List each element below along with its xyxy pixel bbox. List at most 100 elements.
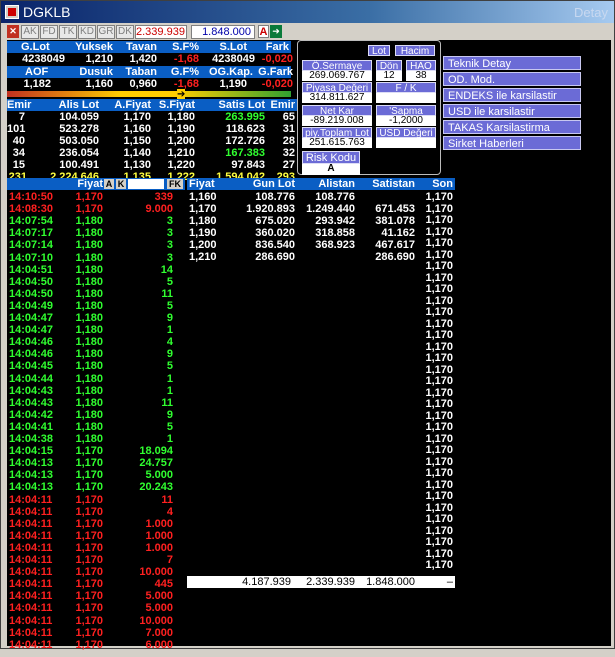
- trade-lot: 5.000: [145, 602, 173, 615]
- book-row[interactable]: 1,210 286.690 286.690: [187, 251, 415, 263]
- hacim-button[interactable]: Hacim: [395, 45, 435, 57]
- tab-dk[interactable]: DK: [116, 25, 134, 39]
- menu-item[interactable]: USD ile karsilastir: [443, 104, 581, 118]
- col-dusuk: Dusuk: [79, 66, 113, 78]
- menu-item[interactable]: TAKAS Karsilastirma: [443, 120, 581, 134]
- trade-row[interactable]: 14:04:11 1,170 5.000: [7, 602, 185, 614]
- menu-item[interactable]: Sirket Haberleri: [443, 136, 581, 150]
- menu-item[interactable]: Teknik Detay: [443, 56, 581, 70]
- tab-ak[interactable]: AK: [21, 25, 39, 39]
- book-row[interactable]: 1,160 108.776 108.776: [187, 191, 407, 203]
- trade-row[interactable]: 14:04:38 1,180 1: [7, 433, 185, 445]
- ask-orders: 32: [282, 147, 295, 159]
- piyasa-value: 314.811.627: [302, 93, 372, 103]
- trade-row[interactable]: 14:04:43 1,180 11: [7, 397, 185, 409]
- trade-row[interactable]: 14:04:46 1,180 4: [7, 336, 185, 348]
- total-alis-value: 2.339.939: [306, 576, 355, 588]
- trade-time: 14:04:47: [9, 312, 54, 324]
- order-row[interactable]: 7 104.059 1,170 1,180 263.995 65: [7, 111, 297, 123]
- bid-lot: 523.278: [59, 123, 99, 135]
- bid-lot: 236.054: [59, 147, 99, 159]
- trade-row[interactable]: 14:04:11 1,170 445: [7, 578, 185, 590]
- trade-lot: 1: [166, 433, 173, 445]
- trade-price: 1,170: [75, 493, 103, 506]
- trade-row[interactable]: 14:08:30 1,170 9.000: [7, 203, 185, 215]
- arrow-right-icon[interactable]: ➜: [270, 25, 282, 38]
- trade-row[interactable]: 14:04:11 1,170 10.000: [7, 615, 185, 627]
- tab-gr[interactable]: GR: [97, 25, 115, 39]
- trade-row[interactable]: 14:04:11 1,170 7.000: [7, 627, 185, 639]
- trade-row[interactable]: 14:04:50 1,180 11: [7, 288, 185, 300]
- son-value: 1,170: [425, 478, 453, 491]
- trade-row[interactable]: 14:04:46 1,180 9: [7, 348, 185, 360]
- trade-row[interactable]: 14:04:45 1,180 5: [7, 360, 185, 372]
- trade-row[interactable]: 14:04:15 1,170 18.094: [7, 445, 185, 457]
- trade-row[interactable]: 14:07:14 1,180 3: [7, 239, 185, 251]
- trade-row[interactable]: 14:04:42 1,180 9: [7, 409, 185, 421]
- trade-row[interactable]: 14:04:11 1,170 1.000: [7, 518, 185, 530]
- trade-time: 14:04:11: [9, 566, 53, 579]
- trade-price: 1,180: [75, 227, 103, 240]
- title-bar[interactable]: DGKLB Detay: [1, 1, 614, 23]
- col-fark: Fark: [265, 41, 289, 53]
- trade-row[interactable]: 14:04:47 1,180 1: [7, 324, 185, 336]
- book-alistan: 368.923: [315, 239, 355, 251]
- a-button[interactable]: A: [258, 25, 269, 38]
- order-row[interactable]: 34 236.054 1,140 1,210 167.383 32: [7, 147, 297, 159]
- lot-button[interactable]: Lot: [368, 45, 390, 57]
- trade-row[interactable]: 14:04:13 1,170 20.243: [7, 481, 185, 493]
- trade-time: 14:04:11: [9, 602, 53, 615]
- trade-row[interactable]: 14:04:44 1,180 1: [7, 373, 185, 385]
- trade-row[interactable]: 14:04:11 1,170 7: [7, 554, 185, 566]
- k-filter-button[interactable]: K: [116, 179, 126, 189]
- son-value: 1,170: [425, 467, 453, 479]
- son-value: 1,170: [425, 536, 453, 548]
- trade-row[interactable]: 14:04:51 1,180 14: [7, 264, 185, 276]
- trade-row[interactable]: 14:04:47 1,180 9: [7, 312, 185, 324]
- trade-row[interactable]: 14:04:41 1,180 5: [7, 421, 185, 433]
- order-row[interactable]: 101 523.278 1,160 1,190 118.623 31: [7, 123, 297, 135]
- trade-row[interactable]: 14:04:50 1,180 5: [7, 276, 185, 288]
- book-price: 1,180: [189, 215, 217, 227]
- trade-row[interactable]: 14:04:11 1,170 5.000: [7, 590, 185, 602]
- tab-kd[interactable]: KD: [78, 25, 96, 39]
- menu-item[interactable]: OD. Mod.: [443, 72, 581, 86]
- trade-row[interactable]: 14:04:43 1,180 1: [7, 385, 185, 397]
- a-filter-button[interactable]: A: [104, 179, 114, 189]
- trade-row[interactable]: 14:04:13 1,170 5.000: [7, 469, 185, 481]
- book-row[interactable]: 1,200 836.540 368.923 467.617: [187, 239, 415, 251]
- trade-time: 14:04:15: [9, 445, 54, 458]
- trade-row[interactable]: 14:04:11 1,170 1.000: [7, 530, 185, 542]
- book-row[interactable]: 1,180 675.020 293.942 381.078: [187, 215, 415, 227]
- trade-row[interactable]: 14:07:17 1,180 3: [7, 227, 185, 239]
- trade-lot: 3: [166, 227, 173, 240]
- trade-row[interactable]: 14:07:54 1,180 3: [7, 215, 185, 227]
- trade-row[interactable]: 14:07:10 1,180 3: [7, 252, 185, 264]
- trade-row[interactable]: 14:04:11 1,170 1.000: [7, 542, 185, 554]
- trade-row[interactable]: 14:04:11 1,170 11: [7, 494, 185, 506]
- trade-row[interactable]: 14:04:49 1,180 5: [7, 300, 185, 312]
- bid-price: 1,140: [123, 147, 151, 159]
- depth-header-2: AOF Dusuk Taban G.F% OG.Kap. G.Fark: [7, 66, 293, 78]
- trade-row[interactable]: 14:04:11 1,170 4: [7, 506, 185, 518]
- close-icon[interactable]: ✕: [7, 25, 19, 38]
- order-row[interactable]: 15 100.491 1,130 1,220 97.843 27: [7, 159, 297, 171]
- trade-row[interactable]: 14:04:13 1,170 24.757: [7, 457, 185, 469]
- trade-price: 1,180: [75, 433, 103, 445]
- trade-price: 1,170: [75, 602, 103, 615]
- gfark-value: -0,020: [261, 78, 293, 90]
- trade-row[interactable]: 14:10:50 1,170 339: [7, 191, 185, 203]
- tab-fd[interactable]: FD: [40, 25, 58, 39]
- book-row[interactable]: 1,190 360.020 318.858 41.162: [187, 227, 415, 239]
- fk-button[interactable]: FK: [167, 179, 183, 189]
- col-ogkap: OG.Kap.: [208, 66, 253, 78]
- order-row[interactable]: 40 503.050 1,150 1,200 172.726 28: [7, 135, 297, 147]
- col-alistan: Alistan: [318, 178, 355, 190]
- trade-lot: 5: [166, 420, 173, 433]
- trade-row[interactable]: 14:04:11 1,170 10.000: [7, 566, 185, 578]
- trade-filter-input[interactable]: [128, 179, 164, 189]
- menu-item[interactable]: ENDEKS ile karsilastir: [443, 88, 581, 102]
- tab-tk[interactable]: TK: [59, 25, 77, 39]
- book-row[interactable]: 1,170 1.920.893 1.249.440 671.453: [187, 203, 415, 215]
- detail-label[interactable]: Detay: [574, 5, 608, 20]
